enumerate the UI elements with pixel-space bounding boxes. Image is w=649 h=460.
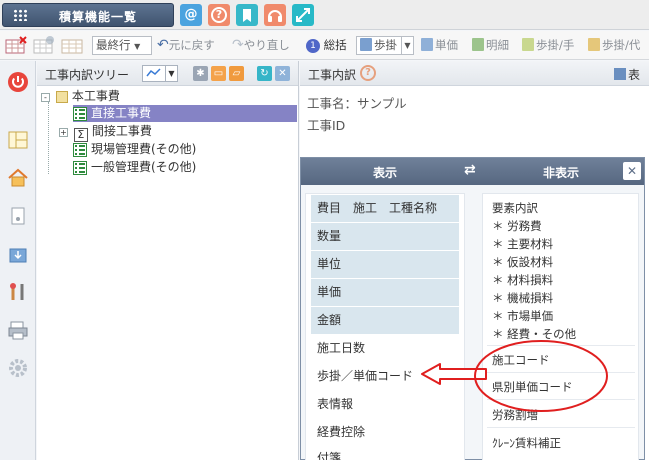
annotation-ellipse [474, 340, 608, 412]
annotation-overlay [421, 340, 608, 412]
